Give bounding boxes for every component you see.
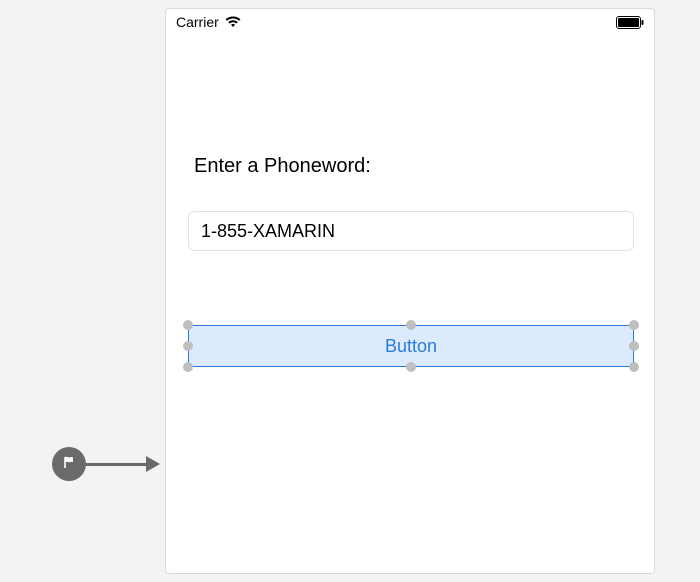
resize-handle-bottom-left[interactable] (183, 362, 193, 372)
resize-handle-bottom-middle[interactable] (406, 362, 416, 372)
phoneword-input[interactable] (188, 211, 634, 251)
resize-handle-top-left[interactable] (183, 320, 193, 330)
arrow-head-icon (146, 456, 160, 472)
resize-handle-middle-right[interactable] (629, 341, 639, 351)
arrow-origin-circle (52, 447, 86, 481)
button-label: Button (385, 336, 437, 357)
arrow-shaft (86, 463, 146, 466)
button-selection[interactable]: Button (188, 325, 634, 367)
carrier-label: Carrier (176, 14, 219, 30)
resize-handle-top-right[interactable] (629, 320, 639, 330)
status-bar: Carrier (166, 9, 654, 35)
resize-handle-bottom-right[interactable] (629, 362, 639, 372)
device-frame: Carrier Enter a Phoneword: Button (165, 8, 655, 574)
annotation-arrow (52, 447, 160, 481)
battery-icon (616, 16, 644, 29)
wifi-icon (225, 16, 241, 28)
phoneword-title: Enter a Phoneword: (194, 155, 371, 178)
resize-handle-top-middle[interactable] (406, 320, 416, 330)
resize-handle-middle-left[interactable] (183, 341, 193, 351)
flag-icon (62, 455, 76, 474)
translate-button[interactable]: Button (188, 325, 634, 367)
status-bar-left: Carrier (176, 14, 241, 30)
